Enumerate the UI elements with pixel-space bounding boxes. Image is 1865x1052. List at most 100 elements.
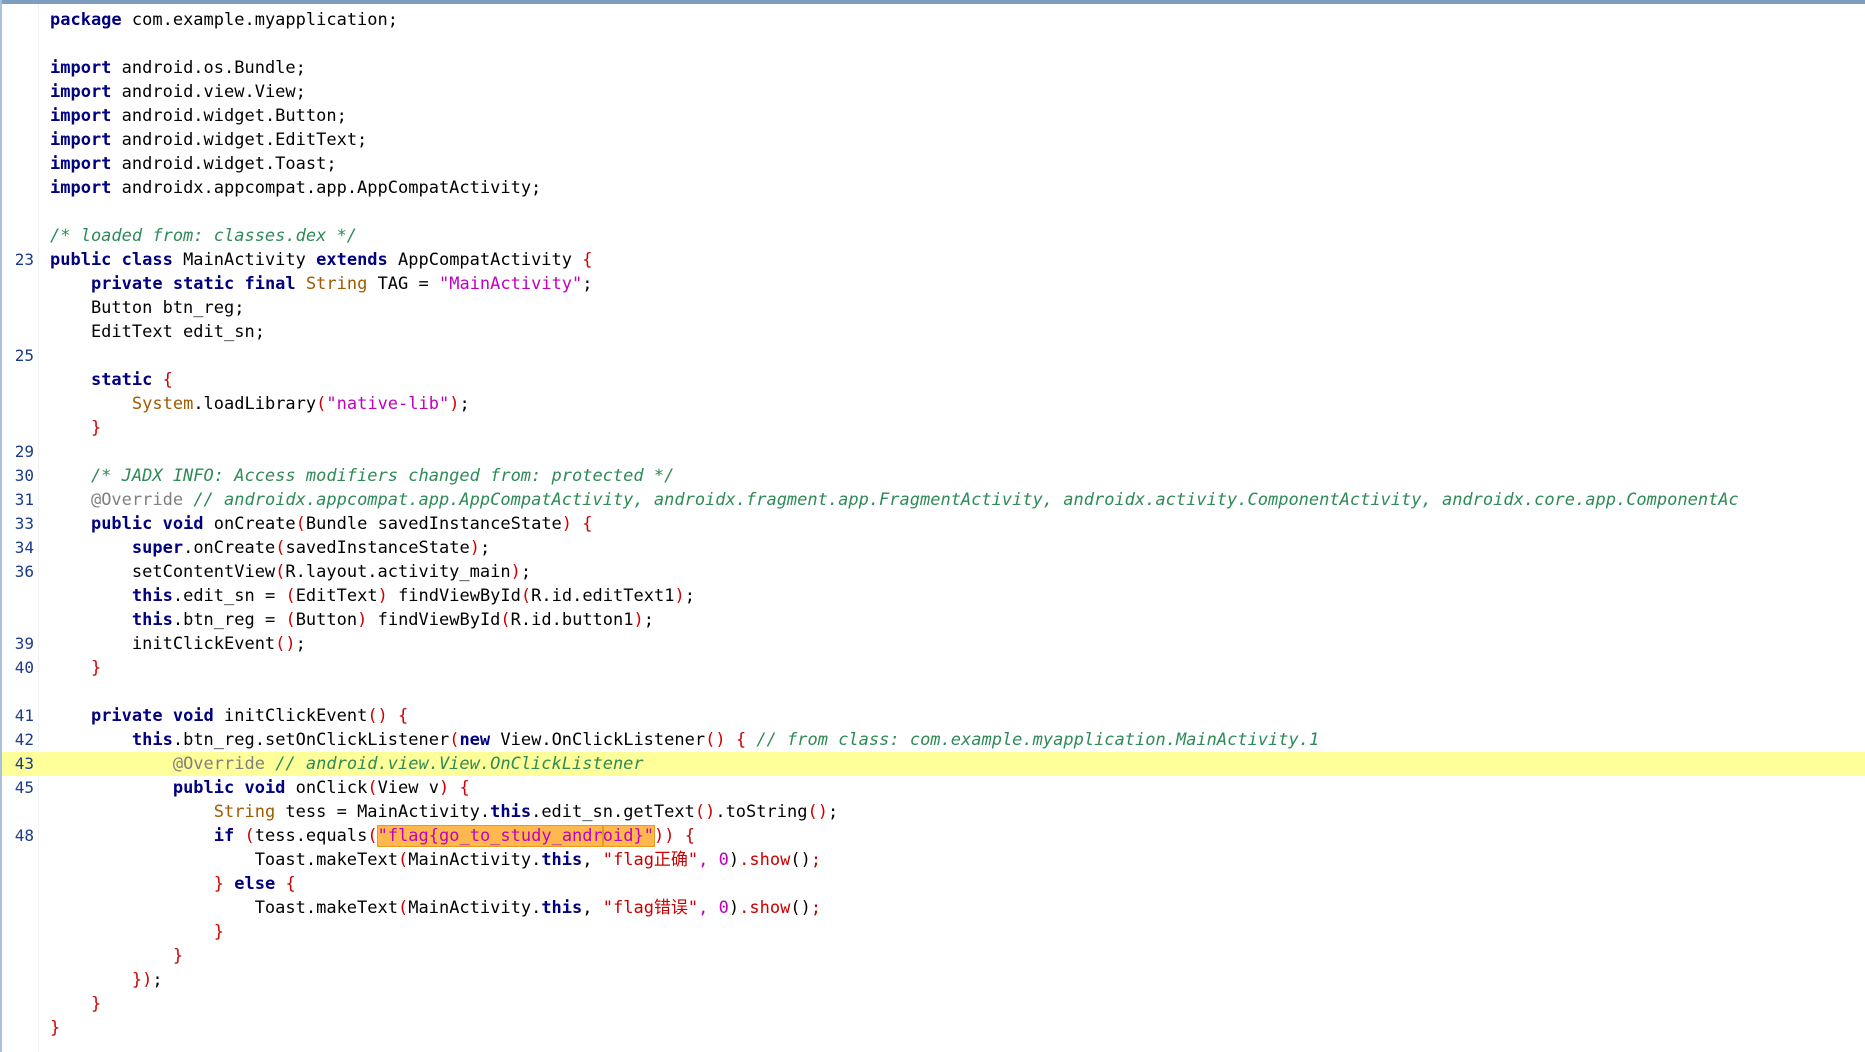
code-token: ( <box>285 586 296 606</box>
code-token: String <box>213 802 276 822</box>
code-line[interactable]: } <box>2 920 1865 944</box>
code-line[interactable]: 31 @Override // androidx.appcompat.app.A… <box>2 488 1865 512</box>
code-line[interactable]: 39 initClickEvent(); <box>2 632 1865 656</box>
code-token: MainActivity. <box>408 898 542 918</box>
highlighted-code-line[interactable]: 43 @Override // android.view.View.OnClic… <box>2 752 1865 776</box>
code-line[interactable]: 36 setContentView(R.layout.activity_main… <box>2 560 1865 584</box>
code-line[interactable]: import android.view.View; <box>2 80 1865 104</box>
line-number: 29 <box>14 442 34 461</box>
code-line[interactable]: 48 if (tess.equals("flag{go_to_study_and… <box>2 824 1865 848</box>
code-line[interactable]: import android.widget.Toast; <box>2 152 1865 176</box>
code-line[interactable]: import androidx.appcompat.app.AppCompatA… <box>2 176 1865 200</box>
code-token: () <box>790 898 811 918</box>
code-line[interactable]: System.loadLibrary("native-lib"); <box>2 392 1865 416</box>
code-token: ) <box>728 898 740 918</box>
search-match: "flag{go_to_study_andr <box>376 825 604 847</box>
code-text: this.btn_reg.setOnClickListener(new View… <box>50 728 1319 752</box>
code-text: Toast.makeText(MainActivity.this, "flag错… <box>50 896 821 920</box>
code-line[interactable]: import android.widget.Button; <box>2 104 1865 128</box>
code-line[interactable]: } <box>2 992 1865 1016</box>
code-line[interactable] <box>2 200 1865 224</box>
code-token: .onCreate <box>183 538 276 558</box>
code-line[interactable]: 34 super.onCreate(savedInstanceState); <box>2 536 1865 560</box>
code-token: AppCompatActivity <box>387 250 583 270</box>
code-line[interactable]: } <box>2 416 1865 440</box>
code-token: { <box>735 730 747 750</box>
code-line[interactable]: 40 } <box>2 656 1865 680</box>
code-line[interactable]: }); <box>2 968 1865 992</box>
code-line[interactable] <box>2 32 1865 56</box>
code-token: else <box>234 874 276 894</box>
code-line[interactable]: EditText edit_sn; <box>2 320 1865 344</box>
code-line[interactable]: package com.example.myapplication; <box>2 8 1865 32</box>
code-token: ; <box>520 562 532 582</box>
code-token: android.os.Bundle; <box>111 58 306 78</box>
code-line[interactable] <box>2 680 1865 704</box>
code-token: android.view.View; <box>111 82 306 102</box>
code-line[interactable]: } <box>2 944 1865 968</box>
code-token: import <box>50 130 112 150</box>
code-token: ) <box>469 538 480 558</box>
code-lines[interactable]: package com.example.myapplication; import… <box>2 8 1865 1040</box>
code-line[interactable]: this.edit_sn = (EditText) findViewById(R… <box>2 584 1865 608</box>
code-token: } <box>50 1018 61 1038</box>
code-line[interactable]: 42 this.btn_reg.setOnClickListener(new V… <box>2 728 1865 752</box>
code-line[interactable]: Toast.makeText(MainActivity.this, "flag正… <box>2 848 1865 872</box>
code-token: extends <box>316 250 388 270</box>
code-token: } <box>90 658 102 678</box>
code-token: ) <box>449 394 460 414</box>
code-line[interactable]: 45 public void onClick(View v) { <box>2 776 1865 800</box>
code-token: ; <box>810 850 822 870</box>
code-token: .toString <box>715 802 808 822</box>
code-text: /* loaded from: classes.dex */ <box>50 224 357 248</box>
code-line[interactable]: 25 <box>2 344 1865 368</box>
code-token: import <box>50 58 112 78</box>
code-token: ( <box>367 778 378 798</box>
code-token: EditText <box>295 586 378 606</box>
code-line[interactable]: this.btn_reg = (Button) findViewById(R.i… <box>2 608 1865 632</box>
code-line[interactable]: 41 private void initClickEvent() { <box>2 704 1865 728</box>
code-text: import android.widget.Button; <box>50 104 347 128</box>
code-line[interactable]: 23 public class MainActivity extends AppC… <box>2 248 1865 272</box>
search-match: oid}" <box>601 825 655 847</box>
code-line[interactable]: Button btn_reg; <box>2 296 1865 320</box>
code-token: }) <box>50 970 153 990</box>
code-token: () <box>705 730 726 750</box>
line-number: 33 <box>14 514 34 533</box>
code-line[interactable]: import android.widget.EditText; <box>2 128 1865 152</box>
code-token: ) <box>728 850 740 870</box>
code-text: import android.os.Bundle; <box>50 56 306 80</box>
code-line[interactable]: } else { <box>2 872 1865 896</box>
code-token: Button btn_reg; <box>50 298 245 318</box>
code-token: () <box>367 706 388 726</box>
code-line[interactable]: Toast.makeText(MainActivity.this, "flag错… <box>2 896 1865 920</box>
code-line[interactable]: static { <box>2 368 1865 392</box>
code-token: ( <box>244 826 255 846</box>
code-line[interactable]: 33 public void onCreate(Bundle savedInst… <box>2 512 1865 536</box>
code-line[interactable]: 30 /* JADX INFO: Access modifiers change… <box>2 464 1865 488</box>
code-token: } <box>90 418 102 438</box>
code-line[interactable]: /* loaded from: classes.dex */ <box>2 224 1865 248</box>
code-line[interactable]: } <box>2 1016 1865 1040</box>
code-line[interactable]: private static final String TAG = "MainA… <box>2 272 1865 296</box>
code-text: import android.view.View; <box>50 80 306 104</box>
code-line[interactable]: 29 <box>2 440 1865 464</box>
line-number: 31 <box>14 490 34 509</box>
code-token: ) <box>357 610 368 630</box>
code-token: static <box>90 370 153 390</box>
code-token: ( <box>398 850 409 870</box>
code-text: }); <box>50 968 163 992</box>
code-editor[interactable]: package com.example.myapplication; import… <box>0 0 1865 1052</box>
code-line[interactable]: import android.os.Bundle; <box>2 56 1865 80</box>
code-line[interactable]: String tess = MainActivity.this.edit_sn.… <box>2 800 1865 824</box>
code-token: android.widget.EditText; <box>111 130 368 150</box>
